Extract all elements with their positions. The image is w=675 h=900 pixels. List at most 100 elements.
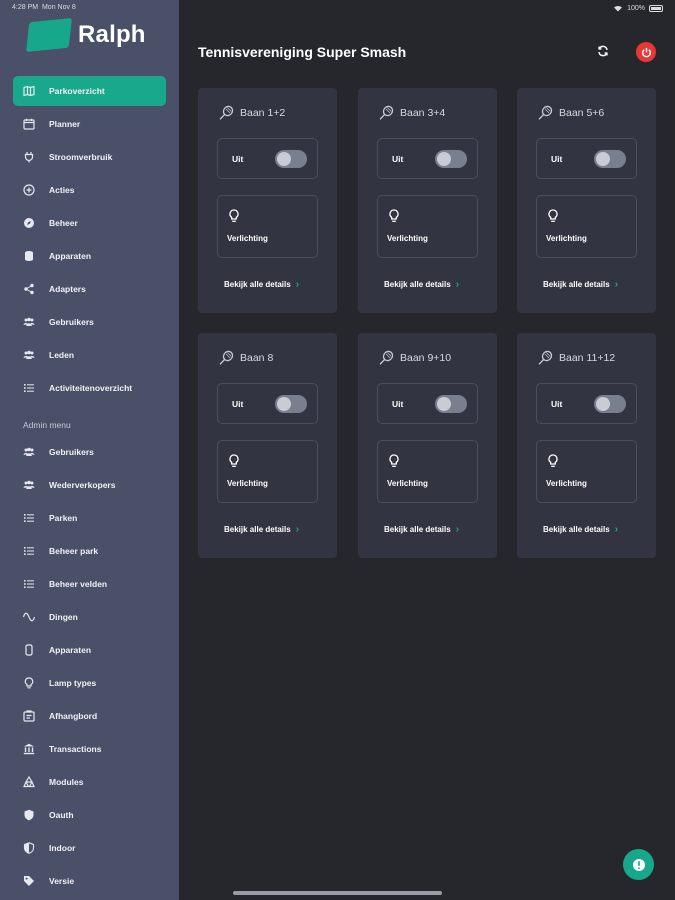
users-icon <box>23 316 35 328</box>
bulb-icon <box>389 209 399 222</box>
view-details-link[interactable]: Bekijk alle details › <box>384 524 459 535</box>
admin-item-label: Lamp types <box>49 678 97 688</box>
view-details-link[interactable]: Bekijk alle details › <box>543 279 618 290</box>
compass-icon <box>23 217 35 229</box>
sidebar-item-label: Leden <box>49 350 75 360</box>
court-card: Baan 11+12 Uit Verlichting Bekijk alle d… <box>517 333 656 558</box>
power-toggle-row: Uit <box>377 138 478 179</box>
refresh-button[interactable] <box>594 42 612 60</box>
power-switch[interactable] <box>594 150 626 168</box>
view-details-link[interactable]: Bekijk alle details › <box>543 524 618 535</box>
lighting-button[interactable]: Verlichting <box>217 440 318 503</box>
app-name: Ralph <box>78 21 146 48</box>
list-icon <box>23 578 35 590</box>
admin-item-apparaten[interactable]: Apparaten <box>13 635 166 665</box>
admin-item-label: Parken <box>49 513 78 523</box>
lighting-button[interactable]: Verlichting <box>536 440 637 503</box>
view-details-link[interactable]: Bekijk alle details › <box>224 524 299 535</box>
bank-icon <box>23 743 35 755</box>
tennis-racket-icon <box>538 105 553 120</box>
status-right: 100% <box>613 4 663 12</box>
sidebar-item-beheer[interactable]: Beheer <box>13 208 166 238</box>
logout-button[interactable] <box>636 42 656 62</box>
power-switch[interactable] <box>435 395 467 413</box>
sidebar-item-planner[interactable]: Planner <box>13 109 166 139</box>
list-icon <box>23 512 35 524</box>
sidebar-item-gebruikers[interactable]: Gebruikers <box>13 307 166 337</box>
details-label: Bekijk alle details <box>224 525 291 534</box>
admin-item-oauth[interactable]: Oauth <box>13 800 166 830</box>
map-icon <box>23 85 35 97</box>
power-switch[interactable] <box>594 395 626 413</box>
toggle-label: Uit <box>232 399 244 409</box>
lighting-button[interactable]: Verlichting <box>217 195 318 258</box>
admin-item-beheer-velden[interactable]: Beheer velden <box>13 569 166 599</box>
admin-item-label: Modules <box>49 777 84 787</box>
sidebar-item-label: Apparaten <box>49 251 92 261</box>
sidebar-item-adapters[interactable]: Adapters <box>13 274 166 304</box>
admin-item-lamp-types[interactable]: Lamp types <box>13 668 166 698</box>
app-logo[interactable]: Ralph <box>26 17 146 53</box>
power-switch[interactable] <box>275 150 307 168</box>
tennis-racket-icon <box>219 350 234 365</box>
lighting-button[interactable]: Verlichting <box>377 195 478 258</box>
court-card: Baan 5+6 Uit Verlichting Bekijk alle det… <box>517 88 656 313</box>
admin-item-label: Dingen <box>49 612 78 622</box>
admin-item-label: Beheer park <box>49 546 99 556</box>
sidebar-item-apparaten[interactable]: Apparaten <box>13 241 166 271</box>
shield-icon <box>23 809 35 821</box>
admin-item-gebruikers[interactable]: Gebruikers <box>13 437 166 467</box>
view-details-link[interactable]: Bekijk alle details › <box>384 279 459 290</box>
admin-item-label: Afhangbord <box>49 711 98 721</box>
device-icon <box>23 644 35 656</box>
admin-item-label: Gebruikers <box>49 447 94 457</box>
tennis-racket-icon <box>379 350 394 365</box>
toggle-label: Uit <box>551 154 563 164</box>
admin-item-label: Oauth <box>49 810 74 820</box>
admin-item-label: Wederverkopers <box>49 480 116 490</box>
details-label: Bekijk alle details <box>543 525 610 534</box>
sidebar-item-stroomverbruik[interactable]: Stroomverbruik <box>13 142 166 172</box>
lighting-button[interactable]: Verlichting <box>536 195 637 258</box>
lighting-label: Verlichting <box>227 479 268 488</box>
power-switch[interactable] <box>435 150 467 168</box>
admin-item-dingen[interactable]: Dingen <box>13 602 166 632</box>
lighting-label: Verlichting <box>227 234 268 243</box>
details-label: Bekijk alle details <box>543 280 610 289</box>
court-title: Baan 8 <box>218 350 273 366</box>
power-switch[interactable] <box>275 395 307 413</box>
users-icon <box>23 479 35 491</box>
logo-mark-icon <box>26 17 72 53</box>
sidebar-item-parkoverzicht[interactable]: Parkoverzicht <box>13 76 166 106</box>
lighting-button[interactable]: Verlichting <box>377 440 478 503</box>
admin-item-beheer-park[interactable]: Beheer park <box>13 536 166 566</box>
help-button[interactable] <box>623 849 654 880</box>
sidebar-item-label: Stroomverbruik <box>49 152 113 162</box>
tennis-racket-icon <box>219 105 234 120</box>
details-label: Bekijk alle details <box>384 280 451 289</box>
status-time: 4:28 PM Mon Nov 8 <box>12 4 76 11</box>
bulb-icon <box>548 209 558 222</box>
view-details-link[interactable]: Bekijk alle details › <box>224 279 299 290</box>
admin-item-label: Indoor <box>49 843 76 853</box>
admin-item-label: Apparaten <box>49 645 92 655</box>
admin-item-parken[interactable]: Parken <box>13 503 166 533</box>
share-icon <box>23 283 35 295</box>
users-icon <box>23 446 35 458</box>
admin-item-wederverkopers[interactable]: Wederverkopers <box>13 470 166 500</box>
sidebar-item-acties[interactable]: Acties <box>13 175 166 205</box>
sidebar-item-activiteitenoverzicht[interactable]: Activiteitenoverzicht <box>13 373 166 403</box>
chevron-right-icon: › <box>295 524 300 535</box>
toggle-label: Uit <box>551 399 563 409</box>
toggle-label: Uit <box>232 154 244 164</box>
admin-item-afhangbord[interactable]: Afhangbord <box>13 701 166 731</box>
battery-icon <box>649 4 663 12</box>
sidebar-item-leden[interactable]: Leden <box>13 340 166 370</box>
court-card: Baan 8 Uit Verlichting Bekijk alle detai… <box>198 333 337 558</box>
admin-item-modules[interactable]: Modules <box>13 767 166 797</box>
power-toggle-row: Uit <box>217 138 318 179</box>
admin-item-transactions[interactable]: Transactions <box>13 734 166 764</box>
chevron-right-icon: › <box>455 279 460 290</box>
admin-item-indoor[interactable]: Indoor <box>13 833 166 863</box>
admin-item-versie[interactable]: Versie <box>13 866 166 896</box>
